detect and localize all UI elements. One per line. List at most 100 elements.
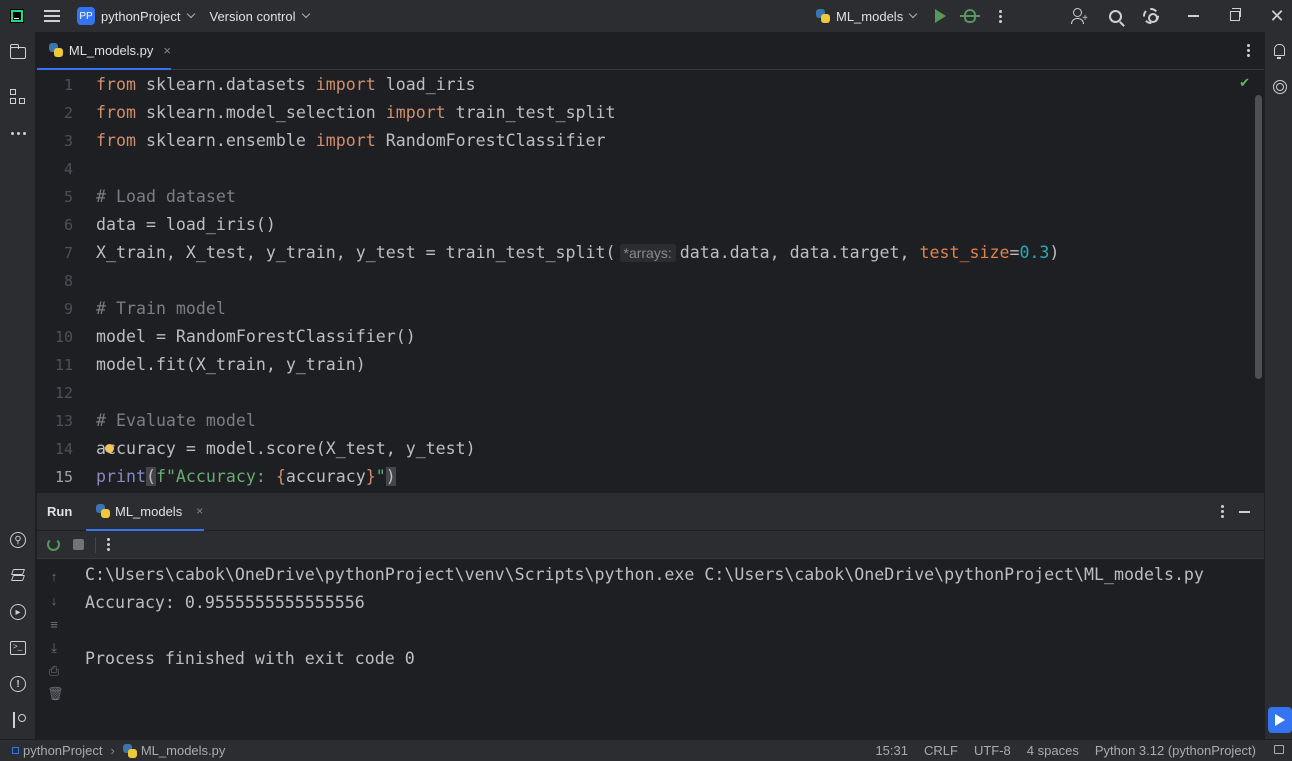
caret-position[interactable]: 15:31	[875, 743, 908, 758]
git-button[interactable]	[9, 711, 27, 729]
console-side-toolbar: ↑ ↓ ≡ ⤓ ⎙ 🗑	[37, 560, 73, 739]
scroll-down-icon[interactable]: ↓	[47, 594, 61, 608]
chevron-down-icon	[186, 9, 195, 19]
print-icon[interactable]: ⎙	[47, 664, 61, 678]
status-widgets: 15:31 CRLF UTF-8 4 spaces Python 3.12 (p…	[875, 743, 1256, 758]
indent-setting[interactable]: 4 spaces	[1027, 743, 1079, 758]
python-console-icon: ⚲	[10, 532, 26, 548]
python-icon	[96, 504, 110, 518]
main-menu-icon[interactable]	[44, 10, 60, 22]
services-button[interactable]: ▸	[9, 603, 27, 621]
lightbulb-icon[interactable]	[105, 444, 114, 453]
git-branch-icon	[11, 712, 26, 728]
scroll-to-end-icon[interactable]: ⤓	[47, 641, 61, 655]
code-line-1: from sklearn.datasets import load_iris	[96, 71, 476, 99]
tab-options-icon[interactable]	[1247, 44, 1250, 57]
run-tab-ml-models[interactable]: ML_models ×	[86, 493, 204, 531]
run-configuration-selector[interactable]: ML_models	[816, 0, 918, 32]
trash-icon[interactable]: 🗑	[47, 687, 64, 701]
console-output-line: Accuracy: 0.9555555555555556	[85, 593, 365, 612]
project-tool-button[interactable]	[9, 44, 27, 62]
breadcrumb-project[interactable]: pythonProject	[23, 743, 103, 758]
import-name: load_iris	[375, 75, 476, 94]
line-number: 14	[54, 440, 73, 458]
structure-tool-button[interactable]	[9, 88, 27, 106]
version-control-label: Version control	[209, 8, 296, 24]
rerun-icon[interactable]	[47, 538, 60, 551]
ai-assistant-icon[interactable]	[1273, 80, 1287, 94]
code-with-me-button[interactable]: +	[1065, 0, 1093, 32]
line-number: 11	[54, 356, 73, 374]
maximize-window-button[interactable]	[1221, 0, 1249, 32]
keyword: import	[385, 103, 446, 122]
line-number: 13	[54, 412, 73, 430]
string-literal: f"Accuracy:	[155, 467, 276, 486]
tab-ml-models-py[interactable]: ML_models.py ×	[37, 32, 171, 70]
stop-icon[interactable]	[73, 539, 84, 550]
line-number: 6	[63, 216, 73, 234]
code-line-6: data = load_iris()	[96, 215, 276, 234]
project-badge[interactable]: PP	[77, 7, 95, 25]
run-widget-button[interactable]	[1268, 707, 1292, 733]
project-selector[interactable]: pythonProject	[95, 0, 195, 32]
layers-icon	[10, 569, 26, 583]
breadcrumb-file[interactable]: ML_models.py	[141, 743, 226, 758]
close-run-tab-icon[interactable]: ×	[196, 504, 203, 518]
notifications-icon[interactable]	[1274, 44, 1285, 59]
string-literal: "	[375, 467, 386, 486]
debug-button[interactable]	[956, 0, 984, 32]
run-button[interactable]	[926, 0, 954, 32]
file-encoding[interactable]: UTF-8	[974, 743, 1011, 758]
code-line-10: model = RandomForestClassifier()	[96, 327, 416, 346]
line-ending[interactable]: CRLF	[924, 743, 958, 758]
terminal-button[interactable]: >_	[9, 639, 27, 657]
python-packages-button[interactable]	[9, 567, 27, 585]
line-number: 10	[54, 328, 73, 346]
builtin-function: print	[96, 467, 146, 486]
minimize-window-button[interactable]	[1179, 0, 1207, 32]
soft-wrap-icon[interactable]: ≡	[47, 618, 61, 632]
close-icon: ✕	[1269, 6, 1285, 26]
paren: )	[385, 467, 396, 486]
python-interpreter[interactable]: Python 3.12 (pythonProject)	[1095, 743, 1256, 758]
module-name: sklearn.model_selection	[135, 103, 386, 122]
import-name: train_test_split	[445, 103, 616, 122]
close-tab-icon[interactable]: ×	[163, 43, 171, 58]
lock-icon[interactable]	[1274, 745, 1284, 754]
settings-button[interactable]	[1137, 0, 1165, 32]
module-name: sklearn.datasets	[135, 75, 316, 94]
python-console-button[interactable]: ⚲	[9, 531, 27, 549]
version-control-menu[interactable]: Version control	[209, 0, 310, 32]
python-icon	[816, 9, 830, 23]
project-module-icon	[12, 747, 19, 754]
search-icon	[1108, 9, 1122, 23]
pycharm-logo-icon	[10, 9, 24, 23]
more-actions-button[interactable]	[986, 0, 1014, 32]
editor-scrollbar[interactable]	[1255, 95, 1262, 379]
left-tool-strip: ⚲ ▸ >_ !	[0, 32, 36, 739]
hide-panel-icon[interactable]	[1239, 511, 1250, 513]
search-button[interactable]	[1101, 0, 1129, 32]
bug-icon	[960, 9, 980, 23]
run-console[interactable]: ↑ ↓ ≡ ⤓ ⎙ 🗑 C:\Users\cabok\OneDrive\pyth…	[37, 560, 1264, 739]
problems-button[interactable]: !	[9, 675, 27, 693]
run-panel-header: Run ML_models ×	[37, 492, 1264, 531]
more-vertical-icon[interactable]	[107, 538, 110, 551]
add-user-icon: +	[1071, 8, 1088, 24]
line-number: 5	[63, 188, 73, 206]
scroll-up-icon[interactable]: ↑	[47, 570, 61, 584]
code-text: )	[1049, 243, 1060, 262]
more-tools-button[interactable]	[9, 124, 27, 142]
run-panel-options-icon[interactable]	[1221, 505, 1224, 518]
code-line-11: model.fit(X_train, y_train)	[96, 355, 366, 374]
code-text: =	[1009, 243, 1020, 262]
line-number: 9	[63, 300, 73, 318]
code-editor[interactable]: 1 2 3 4 5 6 7 8 9 10 11 12 13 14 15 from…	[37, 71, 1264, 491]
keyword-argument: test_size	[919, 243, 1010, 262]
no-problems-check-icon[interactable]: ✔	[1239, 75, 1250, 91]
run-config-label: ML_models	[836, 8, 904, 24]
play-icon	[934, 9, 946, 23]
code-line-15: print(f"Accuracy: {accuracy}")	[96, 463, 396, 491]
close-window-button[interactable]: ✕	[1263, 0, 1291, 32]
right-tool-strip	[1264, 32, 1292, 739]
